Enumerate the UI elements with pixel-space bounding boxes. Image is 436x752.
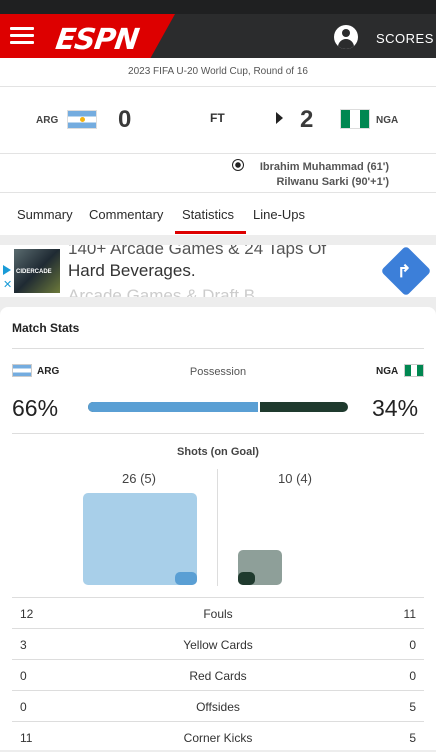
shots-divider [217, 469, 218, 586]
divider [0, 153, 436, 154]
stat-label: Fouls [203, 607, 233, 621]
stat-row-corner-kicks: 11 Corner Kicks 5 [12, 721, 424, 752]
possession-bar [88, 402, 348, 412]
ad-thumbnail[interactable]: CIDERCADE [14, 249, 60, 293]
adchoices-icon[interactable] [3, 265, 11, 275]
top-navigation-bar: ESPN SCORES [0, 0, 436, 58]
stat-row-offsides: 0 Offsides 5 [12, 690, 424, 721]
divider [0, 192, 436, 193]
divider [12, 348, 424, 349]
close-ad-icon[interactable]: ✕ [3, 278, 12, 291]
match-status: FT [210, 111, 225, 125]
home-shots-value: 26 (5) [122, 471, 156, 486]
competition-label: 2023 FIFA U-20 World Cup, Round of 16 [128, 66, 308, 77]
stat-label: Offsides [196, 700, 240, 714]
away-stat-value: 0 [409, 669, 416, 683]
tab-line-ups[interactable]: Line-Ups [253, 207, 305, 222]
directions-arrow-icon: ↱ [397, 262, 412, 281]
away-team-abbr[interactable]: NGA [376, 115, 398, 126]
user-icon[interactable] [334, 25, 358, 49]
espn-logo[interactable]: ESPN [54, 22, 141, 56]
stat-row-red-cards: 0 Red Cards 0 [12, 659, 424, 690]
play-arrow-icon [276, 112, 283, 124]
ad-text-line[interactable]: Hard Beverages. [68, 261, 196, 281]
stat-row-fouls: 12 Fouls 11 [12, 597, 424, 628]
divider [12, 433, 424, 434]
home-possession-fill [88, 402, 260, 412]
home-shots-on-goal-bar [175, 572, 197, 585]
away-shots-on-goal-bar [238, 572, 255, 585]
away-stat-value: 5 [409, 731, 416, 745]
away-team-abbr: NGA [376, 366, 399, 377]
ad-banner[interactable]: ✕ CIDERCADE 140+ Arcade Games & 24 Taps … [0, 245, 436, 297]
shots-title: Shots (on Goal) [177, 446, 259, 458]
soccer-ball-icon [232, 159, 244, 171]
ad-thumb-text: CIDERCADE [16, 269, 52, 275]
home-score: 0 [118, 106, 132, 133]
away-stat-value: 11 [403, 607, 416, 621]
stat-label: Red Cards [189, 669, 247, 683]
nigeria-flag-icon [404, 364, 424, 377]
goal-scorer: Rilwanu Sarki (90'+1') [276, 176, 389, 188]
active-tab-indicator [175, 231, 246, 234]
divider [0, 86, 436, 87]
goal-scorer: Ibrahim Muhammad (61') [259, 161, 389, 173]
ad-text-line[interactable]: Arcade Games & Draft B... [68, 286, 269, 297]
away-score: 2 [300, 106, 314, 133]
away-shots-value: 10 (4) [278, 471, 312, 486]
tab-summary[interactable]: Summary [17, 207, 73, 222]
stat-label: Corner Kicks [183, 731, 253, 745]
home-possession-pct: 66% [12, 395, 59, 421]
possession-label: Possession [189, 366, 247, 378]
match-stats-title: Match Stats [12, 321, 80, 335]
away-stat-value: 0 [409, 638, 416, 652]
section-gap [0, 235, 436, 245]
argentina-flag-icon [67, 110, 97, 129]
tab-statistics[interactable]: Statistics [182, 207, 234, 222]
ad-text-line[interactable]: 140+ Arcade Games & 24 Taps Of [68, 245, 326, 259]
hamburger-icon[interactable] [10, 27, 34, 45]
stat-row-yellow-cards: 3 Yellow Cards 0 [12, 628, 424, 659]
stat-label: Yellow Cards [183, 638, 253, 652]
nigeria-flag-icon [340, 109, 370, 129]
away-possession-pct: 34% [372, 395, 419, 421]
away-stat-value: 5 [409, 700, 416, 714]
scores-link[interactable]: SCORES [376, 31, 434, 46]
home-team-abbr[interactable]: ARG [36, 115, 58, 126]
tab-commentary[interactable]: Commentary [89, 207, 163, 222]
status-strip [0, 0, 436, 14]
